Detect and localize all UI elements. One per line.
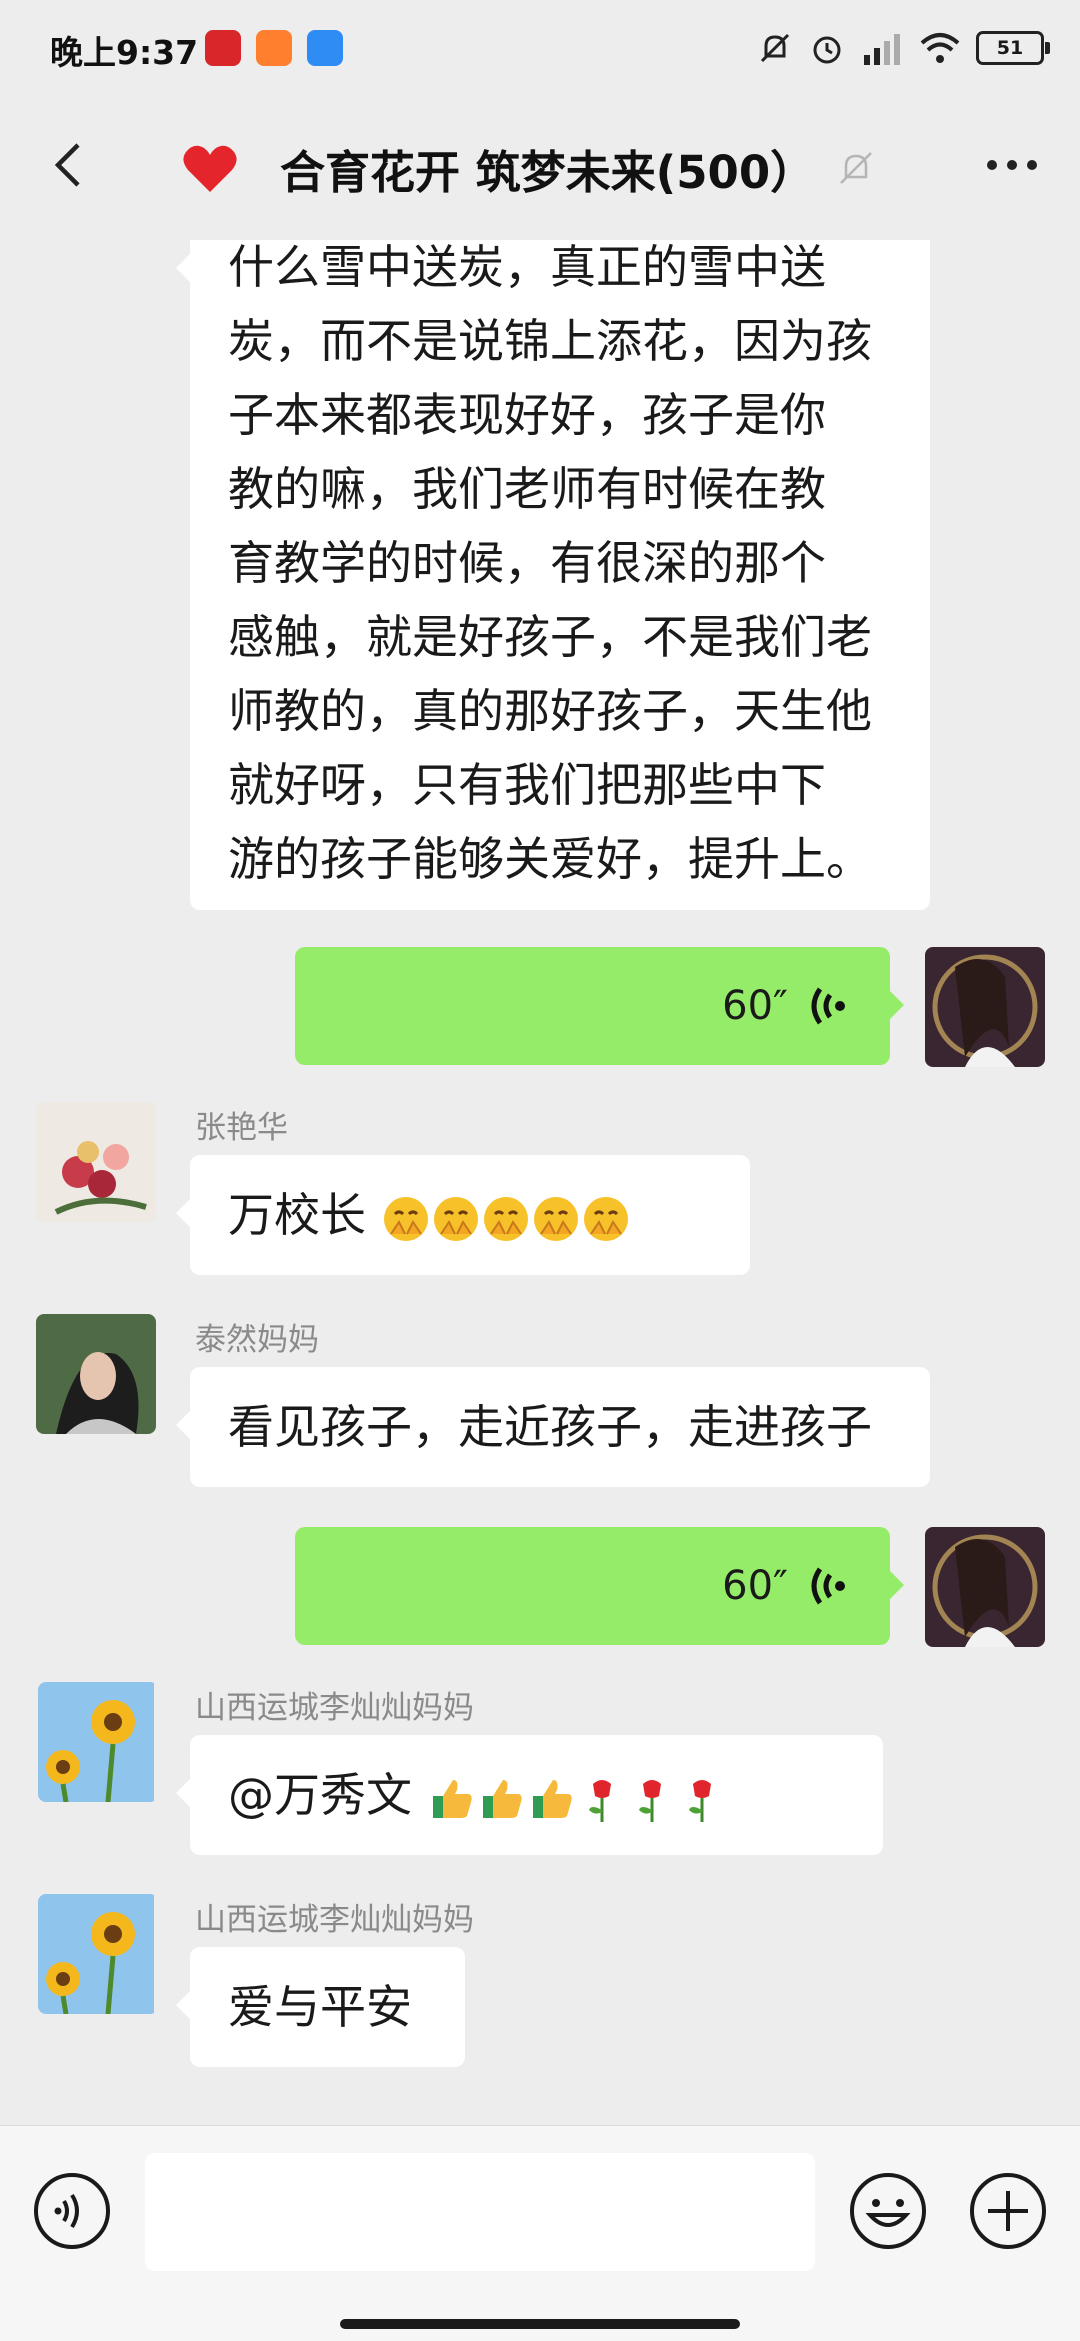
mute-notification-icon [840, 152, 873, 184]
message-text: 看见孩子，走近孩子，走进孩子 [228, 1400, 872, 1454]
voice-message-bubble[interactable]: 60″ [295, 947, 904, 1065]
shy-face-emoji-icon [383, 1196, 428, 1241]
voice-wave-icon [811, 987, 845, 1025]
voice-message-bubble[interactable]: 60″ [295, 1527, 904, 1645]
rose-emoji-icon [588, 1779, 611, 1822]
heart-icon [183, 145, 237, 192]
add-more-button[interactable] [968, 2171, 1048, 2251]
shy-face-emoji-icon [483, 1196, 528, 1241]
message-bubble[interactable]: 看见孩子，走近孩子，走进孩子 [176, 1367, 930, 1487]
input-bar [0, 2125, 1080, 2341]
message-text-line: 感触，就是好孩子，不是我们老 [228, 610, 872, 664]
more-options-button[interactable] [982, 145, 1042, 185]
thumbs-up-emoji-icon [482, 1779, 522, 1818]
voice-input-button[interactable] [32, 2171, 112, 2251]
app-notification-icon [205, 30, 241, 66]
chat-title: 合育花开 筑梦未来(500） [280, 145, 816, 199]
shy-face-emoji-icon [533, 1196, 578, 1241]
message-text-line: 师教的，真的那好孩子，天生他 [228, 684, 872, 738]
shy-face-emoji-icon [433, 1196, 478, 1241]
my-avatar[interactable] [925, 1527, 1045, 1647]
wifi-icon [920, 33, 960, 63]
message-text-line: 子本来都表现好好，孩子是你 [228, 388, 826, 442]
message-bubble[interactable]: 爱与平安 [176, 1947, 465, 2067]
rose-emoji-icon [688, 1779, 711, 1822]
message-text-line: 什么雪中送炭，真正的雪中送 [228, 240, 826, 294]
message-text-line: 教的嘛，我们老师有时候在教 [228, 462, 826, 516]
thumbs-up-emoji-icon [432, 1779, 472, 1818]
message-bubble[interactable]: 万校长 [176, 1155, 750, 1275]
sender-name: 山西运城李灿灿妈妈 [195, 1902, 474, 1938]
home-indicator[interactable] [340, 2319, 740, 2329]
emoji-group [427, 1768, 727, 1822]
voice-duration: 60″ [722, 1563, 788, 1609]
avatar-tairanmama[interactable] [36, 1314, 156, 1434]
rose-emoji-icon [638, 1779, 661, 1822]
voice-wave-icon [811, 1567, 845, 1605]
chat-message-list[interactable]: 什么雪中送炭，真正的雪中送 炭，而不是说锦上添花，因为孩 子本来都表现好好，孩子… [0, 240, 1080, 2125]
thumbs-up-emoji-icon [532, 1779, 572, 1818]
shy-face-emoji-icon [583, 1196, 628, 1241]
battery-icon: 51 [976, 31, 1050, 65]
mute-bell-icon [760, 33, 790, 63]
chat-notification-icon [307, 30, 343, 66]
chat-header: 合育花开 筑梦未来(500） [0, 95, 1080, 240]
message-input[interactable] [145, 2153, 815, 2271]
voice-duration: 60″ [722, 983, 788, 1029]
emoji-button[interactable] [848, 2171, 928, 2251]
shop-notification-icon [256, 30, 292, 66]
signal-icon [864, 34, 900, 65]
back-button[interactable] [40, 135, 100, 195]
emoji-group [366, 1188, 631, 1242]
my-avatar[interactable] [925, 947, 1045, 1067]
avatar-sunflower[interactable] [38, 1894, 158, 2014]
avatar-sunflower[interactable] [38, 1682, 158, 1802]
message-text-line: 炭，而不是说锦上添花，因为孩 [228, 314, 872, 368]
message-text-line: 就好呀，只有我们把那些中下 [228, 758, 826, 812]
message-text-line: 游的孩子能够关爱好，提升上。 [228, 832, 872, 886]
message-text: 万校长 [228, 1188, 366, 1242]
status-time: 晚上9:37 [50, 33, 199, 72]
sender-name: 山西运城李灿灿妈妈 [195, 1690, 474, 1726]
status-bar: 晚上9:37 51 [0, 0, 1080, 95]
message-text: 爱与平安 [228, 1980, 412, 2034]
avatar-zhangyanhua[interactable] [36, 1102, 156, 1222]
alarm-icon [813, 36, 841, 64]
message-bubble[interactable]: 什么雪中送炭，真正的雪中送 炭，而不是说锦上添花，因为孩 子本来都表现好好，孩子… [176, 240, 930, 910]
sender-name: 张艳华 [195, 1110, 288, 1146]
sender-name: 泰然妈妈 [195, 1322, 319, 1358]
message-text-line: 育教学的时候，有很深的那个 [228, 536, 826, 590]
message-text: @万秀文 [228, 1768, 427, 1822]
message-bubble[interactable]: @万秀文 [176, 1735, 883, 1855]
